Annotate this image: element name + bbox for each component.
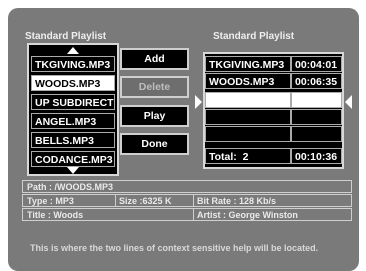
title-text: Title : Woods (27, 210, 84, 220)
playlist-row-empty[interactable] (205, 109, 291, 125)
total-label: Total: (209, 151, 237, 163)
play-button[interactable]: Play (120, 105, 189, 127)
playlist-row-empty[interactable] (205, 126, 291, 142)
total-cell: Total: 2 (205, 148, 291, 164)
playlist-row-empty-selected[interactable] (205, 92, 291, 108)
row-pointer-right-icon (195, 95, 202, 109)
file-item-selected[interactable]: WOODS.MP3 (31, 75, 115, 91)
type-text: Type : MP3 (27, 196, 74, 206)
file-item[interactable]: ANGEL.MP3 (31, 113, 115, 129)
scroll-down-arrow[interactable] (67, 167, 79, 174)
playlist-row-time[interactable]: 00:04:01 (291, 56, 342, 72)
playlist-row-name[interactable]: TKGIVING.MP3 (205, 56, 291, 72)
row-pointer-left-icon (345, 95, 352, 109)
file-list: TKGIVING.MP3 WOODS.MP3 UP SUBDIRECT ANGE… (27, 43, 119, 176)
bitrate-text: Bit Rate : 128 Kb/s (193, 195, 276, 206)
info-path-row: Path : /WOODS.MP3 (22, 180, 352, 193)
info-type-row: Type : MP3 Size :6325 K Bit Rate : 128 K… (22, 194, 352, 207)
delete-button[interactable]: Delete (120, 76, 189, 98)
artist-text: Artist : George Winston (193, 209, 298, 220)
path-text: Path : /WOODS.MP3 (27, 182, 114, 192)
left-list-header: Standard Playlist (25, 31, 107, 42)
playlist-row-empty-selected[interactable] (291, 92, 342, 108)
file-item[interactable]: BELLS.MP3 (31, 132, 115, 148)
playlist-row-empty[interactable] (291, 126, 342, 142)
playlist-row-name[interactable]: WOODS.MP3 (205, 73, 291, 89)
playlist-row-empty[interactable] (291, 109, 342, 125)
file-item[interactable]: TKGIVING.MP3 (31, 56, 115, 72)
file-item[interactable]: UP SUBDIRECT (31, 94, 115, 110)
right-list-header: Standard Playlist (213, 31, 295, 42)
total-count: 2 (242, 151, 249, 163)
info-title-row: Title : Woods Artist : George Winston (22, 208, 352, 221)
help-text: This is where the two lines of context s… (30, 243, 319, 253)
total-time: 00:10:36 (291, 148, 342, 164)
scroll-up-arrow[interactable] (67, 47, 79, 54)
size-text: Size :6325 K (115, 195, 172, 206)
playlist-row-time[interactable]: 00:06:35 (291, 73, 342, 89)
file-item[interactable]: CODANCE.MP3 (31, 151, 115, 167)
done-button[interactable]: Done (120, 133, 189, 155)
add-button[interactable]: Add (120, 48, 189, 70)
playlist-table: TKGIVING.MP3 00:04:01 WOODS.MP3 00:06:35… (203, 52, 344, 169)
